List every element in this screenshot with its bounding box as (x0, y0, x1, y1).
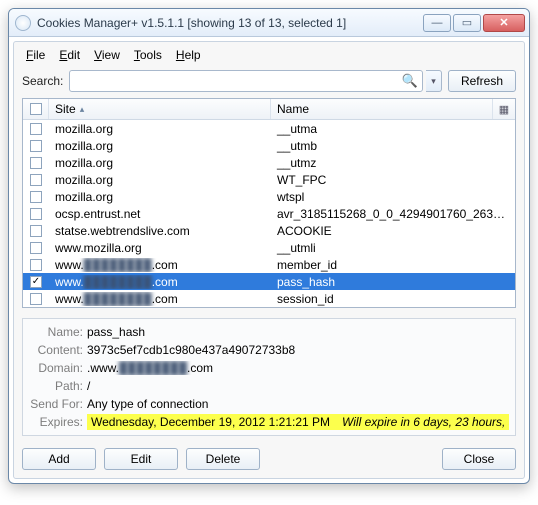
column-picker-icon: ▦ (499, 103, 509, 116)
menu-view[interactable]: View (88, 46, 126, 64)
detail-label-expires: Expires: (29, 415, 87, 429)
row-checkbox[interactable] (23, 123, 49, 135)
detail-label-path: Path: (29, 379, 87, 393)
table-row[interactable]: mozilla.org__utmz (23, 154, 515, 171)
refresh-button[interactable]: Refresh (448, 70, 516, 92)
titlebar[interactable]: Cookies Manager+ v1.5.1.1 [showing 13 of… (9, 9, 529, 37)
row-name: pass_hash (271, 275, 515, 289)
detail-label-sendfor: Send For: (29, 397, 87, 411)
menu-edit[interactable]: Edit (53, 46, 86, 64)
minimize-button[interactable]: — (423, 14, 451, 32)
row-site: mozilla.org (49, 122, 271, 136)
menubar: File Edit View Tools Help (16, 44, 522, 66)
row-name: ACOOKIE (271, 224, 515, 238)
details-panel: Name: pass_hash Content: 3973c5ef7cdb1c9… (22, 318, 516, 436)
row-checkbox[interactable] (23, 259, 49, 271)
column-site[interactable]: Site▴ (49, 99, 271, 119)
row-name: avr_3185115268_0_0_4294901760_263379174… (271, 207, 515, 221)
detail-label-content: Content: (29, 343, 87, 357)
close-button[interactable]: Close (442, 448, 516, 470)
table-row[interactable]: mozilla.orgWT_FPC (23, 171, 515, 188)
row-site: www.████████.com (49, 275, 271, 289)
maximize-button[interactable]: ▭ (453, 14, 481, 32)
table-row[interactable]: mozilla.org__utmb (23, 137, 515, 154)
cookies-list: Site▴ Name ▦ mozilla.org__utmamozilla.or… (22, 98, 516, 308)
row-checkbox[interactable] (23, 225, 49, 237)
add-button[interactable]: Add (22, 448, 96, 470)
menu-help[interactable]: Help (170, 46, 207, 64)
detail-path: / (87, 379, 509, 393)
search-options-dropdown[interactable]: ▾ (426, 70, 442, 92)
row-name: __utmli (271, 241, 515, 255)
row-site: mozilla.org (49, 139, 271, 153)
row-checkbox[interactable] (23, 293, 49, 305)
row-name: member_id (271, 258, 515, 272)
row-site: mozilla.org (49, 190, 271, 204)
window-close-button[interactable]: ✕ (483, 14, 525, 32)
row-checkbox[interactable] (23, 276, 49, 288)
table-row[interactable]: mozilla.orgwtspl (23, 188, 515, 205)
row-site: www.████████.com (49, 292, 271, 306)
row-site: statse.webtrendslive.com (49, 224, 271, 238)
row-name: __utmz (271, 156, 515, 170)
list-header: Site▴ Name ▦ (23, 99, 515, 120)
table-row[interactable]: www.████████.comsession_id (23, 290, 515, 307)
table-row[interactable]: www.mozilla.org__utmli (23, 239, 515, 256)
row-site: www.mozilla.org (49, 241, 271, 255)
row-name: wtspl (271, 190, 515, 204)
search-icon[interactable]: 🔍 (402, 73, 418, 89)
row-checkbox[interactable] (23, 208, 49, 220)
table-row[interactable]: www.████████.commember_id (23, 256, 515, 273)
menu-file[interactable]: File (20, 46, 51, 64)
row-site: mozilla.org (49, 156, 271, 170)
row-name: session_id (271, 292, 515, 306)
list-body[interactable]: mozilla.org__utmamozilla.org__utmbmozill… (23, 120, 515, 307)
table-row[interactable]: statse.webtrendslive.comACOOKIE (23, 222, 515, 239)
client-area: File Edit View Tools Help Search: 🔍 ▾ Re… (13, 41, 525, 479)
column-checkbox[interactable] (23, 99, 49, 119)
row-checkbox[interactable] (23, 140, 49, 152)
row-name: WT_FPC (271, 173, 515, 187)
detail-label-name: Name: (29, 325, 87, 339)
row-checkbox[interactable] (23, 242, 49, 254)
app-icon (15, 15, 31, 31)
detail-name: pass_hash (87, 325, 509, 339)
detail-expires: Wednesday, December 19, 2012 1:21:21 PMW… (87, 414, 509, 430)
search-input[interactable] (76, 73, 401, 89)
row-checkbox[interactable] (23, 174, 49, 186)
bottom-toolbar: Add Edit Delete Close (16, 442, 522, 476)
row-site: www.████████.com (49, 258, 271, 272)
table-row[interactable]: mozilla.org__utma (23, 120, 515, 137)
row-name: __utmb (271, 139, 515, 153)
delete-button[interactable]: Delete (186, 448, 260, 470)
table-row[interactable]: www.████████.compass_hash (23, 273, 515, 290)
row-checkbox[interactable] (23, 191, 49, 203)
app-window: Cookies Manager+ v1.5.1.1 [showing 13 of… (8, 8, 530, 484)
window-title: Cookies Manager+ v1.5.1.1 [showing 13 of… (37, 16, 423, 30)
menu-tools[interactable]: Tools (128, 46, 168, 64)
row-site: mozilla.org (49, 173, 271, 187)
search-row: Search: 🔍 ▾ Refresh (16, 66, 522, 98)
search-label: Search: (22, 74, 63, 88)
window-buttons: — ▭ ✕ (423, 14, 525, 32)
row-name: __utma (271, 122, 515, 136)
column-picker[interactable]: ▦ (493, 99, 515, 119)
row-checkbox[interactable] (23, 157, 49, 169)
edit-button[interactable]: Edit (104, 448, 178, 470)
detail-label-domain: Domain: (29, 361, 87, 375)
row-site: ocsp.entrust.net (49, 207, 271, 221)
column-name[interactable]: Name (271, 99, 493, 119)
table-row[interactable]: ocsp.entrust.netavr_3185115268_0_0_42949… (23, 205, 515, 222)
detail-content: 3973c5ef7cdb1c980e437a49072733b8 (87, 343, 509, 357)
search-box: 🔍 (69, 70, 423, 92)
detail-sendfor: Any type of connection (87, 397, 509, 411)
detail-domain: .www.████████.com (87, 361, 509, 375)
